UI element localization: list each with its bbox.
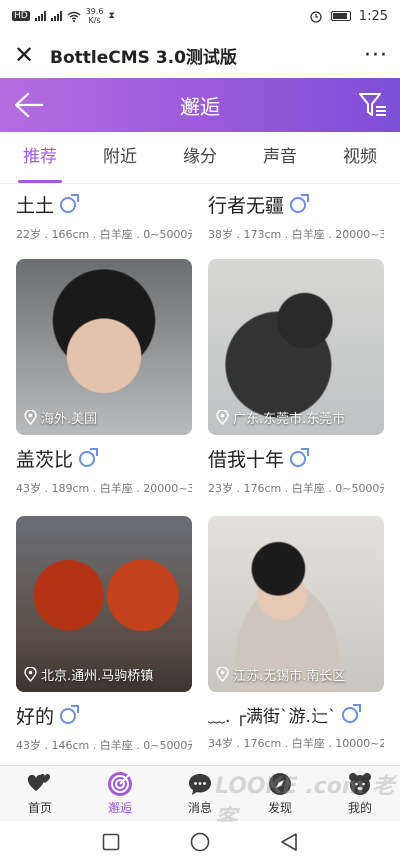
user-name: 土土 — [16, 195, 55, 217]
user-location: 海外.美国 — [24, 408, 97, 427]
location-text: 海外.美国 — [41, 412, 98, 427]
user-location: 江苏.无锡市.南长区 — [216, 665, 345, 684]
user-photo[interactable]: 广东.东莞市.东莞市 — [208, 259, 384, 435]
status-right: 1:25 — [309, 9, 388, 24]
nav-label: 消息 — [187, 801, 212, 815]
square-icon — [102, 833, 120, 851]
triangle-back-icon — [281, 833, 297, 851]
alarm-icon — [310, 11, 322, 23]
tab-video[interactable]: 视频 — [320, 132, 400, 183]
tab-recommend[interactable]: 推荐 — [0, 132, 80, 183]
nav-mine[interactable]: 我的 — [320, 766, 400, 821]
status-bar: HD 39.6 K/s ⧗ 1:25 — [0, 0, 400, 32]
back-arrow-icon[interactable] — [12, 90, 44, 120]
more-menu-button[interactable]: ··· — [364, 43, 388, 68]
app-title: BottleCMS 3.0测试版 — [50, 47, 237, 68]
bear-icon — [349, 773, 371, 795]
user-photo[interactable]: 北京.通州.马驹桥镇 — [16, 516, 192, 692]
page-header: 邂逅 — [0, 78, 400, 132]
user-name: 盖茨比 — [16, 449, 74, 471]
circle-icon — [190, 832, 210, 852]
nav-home[interactable]: 首页 — [0, 766, 80, 821]
user-grid: 土土 22岁 . 166cm . 白羊座 . 0~5000元 行者无疆 38岁 … — [0, 185, 400, 765]
bottom-nav: 首页 邂逅 消息 发现 我的 — [0, 765, 400, 821]
wifi-icon — [67, 11, 81, 22]
system-nav-bar — [0, 822, 400, 866]
user-name: 行者无疆 — [208, 195, 285, 217]
location-text: 北京.通州.马驹桥镇 — [41, 669, 154, 684]
user-location: 广东.东莞市.东莞市 — [216, 408, 345, 427]
male-icon — [342, 703, 362, 723]
user-name: 借我十年 — [208, 449, 285, 471]
speed-value: 39.6 — [85, 7, 104, 16]
clock: 1:25 — [358, 8, 388, 24]
male-icon — [290, 193, 310, 213]
app-titlebar: ✕ BottleCMS 3.0测试版 ··· — [0, 32, 400, 78]
speed-unit: K/s — [88, 16, 101, 25]
signal-icon-2 — [50, 11, 62, 21]
user-photo[interactable]: 江苏.无锡市.南长区 — [208, 516, 384, 692]
user-photo[interactable]: 海外.美国 — [16, 259, 192, 435]
user-card[interactable]: 土土 22岁 . 166cm . 白羊座 . 0~5000元 — [16, 191, 192, 242]
male-icon — [60, 193, 80, 213]
user-info: 22岁 . 166cm . 白羊座 . 0~5000元 — [16, 228, 192, 241]
male-icon — [60, 704, 80, 724]
network-speed: 39.6 K/s — [86, 7, 104, 25]
user-name: ﹏. ┌满街`游.辷` — [208, 707, 337, 727]
location-pin-icon — [216, 410, 229, 425]
tab-voice[interactable]: 声音 — [240, 132, 320, 183]
hearts-icon — [27, 773, 51, 791]
user-name-row: ﹏. ┌满街`游.辷` — [208, 702, 384, 727]
user-card[interactable]: 江苏.无锡市.南长区 ﹏. ┌满街`游.辷` 34岁 . 176cm . 白羊座… — [208, 516, 384, 751]
user-name: 好的 — [16, 706, 55, 728]
location-pin-icon — [216, 667, 229, 682]
network-badge: HD — [12, 11, 30, 21]
nav-label: 首页 — [27, 801, 52, 815]
male-icon — [79, 447, 99, 467]
recent-apps-button[interactable] — [102, 833, 120, 855]
close-icon[interactable]: ✕ — [12, 41, 36, 69]
back-button[interactable] — [280, 832, 298, 856]
user-name-row: 土土 — [16, 191, 192, 218]
filter-icon[interactable] — [358, 91, 388, 119]
hourglass-icon: ⧗ — [108, 11, 115, 21]
user-info: 43岁 . 146cm . 白羊座 . 0~5000元 — [16, 739, 192, 752]
location-pin-icon — [24, 410, 37, 425]
user-card[interactable]: 广东.东莞市.东莞市 借我十年 23岁 . 176cm . 白羊座 . 0~50… — [208, 259, 384, 496]
user-info: 34岁 . 176cm . 白羊座 . 10000~20... — [208, 737, 384, 750]
user-info: 23岁 . 176cm . 白羊座 . 0~5000元 — [208, 482, 384, 495]
user-info: 38岁 . 173cm . 白羊座 . 20000~30... — [208, 228, 384, 241]
tab-nearby[interactable]: 附近 — [80, 132, 160, 183]
user-name-row: 行者无疆 — [208, 191, 384, 218]
user-info: 43岁 . 189cm . 白羊座 . 20000~30... — [16, 482, 192, 495]
user-card[interactable]: 海外.美国 盖茨比 43岁 . 189cm . 白羊座 . 20000~30..… — [16, 259, 192, 496]
user-name-row: 借我十年 — [208, 445, 384, 472]
target-icon — [108, 772, 132, 796]
chat-icon — [189, 774, 211, 795]
location-text: 广东.东莞市.东莞市 — [233, 412, 346, 427]
nav-messages[interactable]: 消息 — [160, 766, 240, 821]
signal-icon — [34, 11, 46, 21]
user-card[interactable]: 行者无疆 38岁 . 173cm . 白羊座 . 20000~30... — [208, 191, 384, 242]
status-left: HD 39.6 K/s ⧗ — [12, 7, 115, 25]
category-tabs: 推荐 附近 缘分 声音 视频 — [0, 132, 400, 184]
nav-label: 邂逅 — [107, 801, 132, 815]
user-name-row: 盖茨比 — [16, 445, 192, 472]
nav-encounter[interactable]: 邂逅 — [80, 766, 160, 821]
tab-fate[interactable]: 缘分 — [160, 132, 240, 183]
location-text: 江苏.无锡市.南长区 — [233, 669, 346, 684]
compass-icon — [269, 773, 291, 795]
home-button[interactable] — [190, 832, 210, 856]
user-name-row: 好的 — [16, 702, 192, 729]
location-pin-icon — [24, 667, 37, 682]
male-icon — [290, 447, 310, 467]
nav-label: 发现 — [267, 801, 292, 815]
user-location: 北京.通州.马驹桥镇 — [24, 665, 153, 684]
nav-label: 我的 — [347, 801, 372, 815]
user-card[interactable]: 北京.通州.马驹桥镇 好的 43岁 . 146cm . 白羊座 . 0~5000… — [16, 516, 192, 753]
page-title: 邂逅 — [180, 94, 220, 119]
nav-discover[interactable]: 发现 — [240, 766, 320, 821]
battery-icon — [330, 11, 351, 21]
